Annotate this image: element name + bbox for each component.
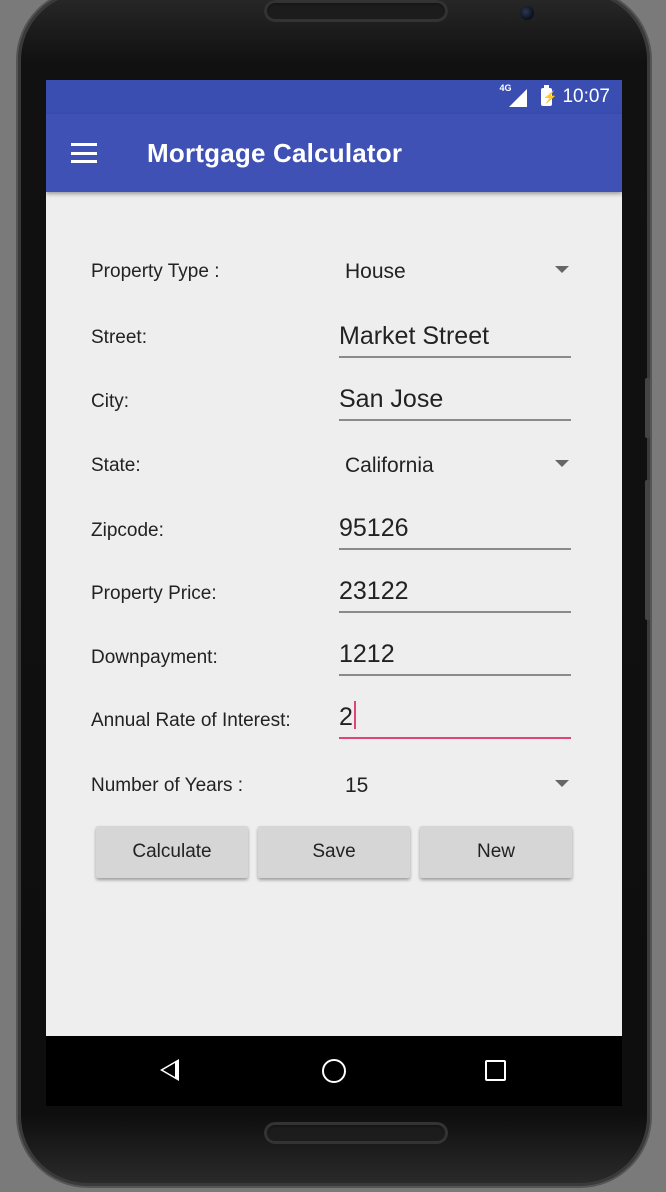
- city-input[interactable]: San Jose: [339, 379, 571, 421]
- dropdown-arrow-icon: [555, 780, 569, 787]
- back-icon[interactable]: [160, 1059, 179, 1081]
- app-bar: Mortgage Calculator: [46, 114, 622, 192]
- battery-charging-icon: ⚡: [541, 85, 558, 106]
- downpayment-input[interactable]: 1212: [339, 634, 571, 676]
- new-button[interactable]: New: [420, 826, 572, 878]
- status-bar: 4G ⚡ 10:07: [46, 80, 622, 114]
- state-label: State:: [91, 455, 141, 476]
- street-label: Street:: [91, 327, 147, 348]
- calculate-button[interactable]: Calculate: [96, 826, 248, 878]
- years-label: Number of Years :: [91, 775, 244, 796]
- street-input[interactable]: Market Street: [339, 316, 571, 358]
- zipcode-input[interactable]: 95126: [339, 508, 571, 550]
- recent-apps-icon[interactable]: [485, 1060, 506, 1081]
- downpayment-label: Downpayment:: [91, 647, 218, 668]
- front-camera: [520, 6, 534, 20]
- clock: 10:07: [562, 86, 610, 107]
- property-price-input[interactable]: 23122: [339, 571, 571, 613]
- text-cursor: [353, 701, 356, 729]
- save-button[interactable]: Save: [258, 826, 410, 878]
- zipcode-label: Zipcode:: [91, 520, 164, 541]
- system-nav-bar: [46, 1036, 622, 1106]
- years-value: 15: [345, 774, 369, 797]
- bottom-speaker: [264, 1122, 448, 1144]
- property-price-label: Property Price:: [91, 583, 217, 604]
- signal-icon: 4G: [499, 83, 528, 107]
- top-speaker: [264, 0, 448, 22]
- home-icon[interactable]: [322, 1059, 346, 1083]
- app-screen: 4G ⚡ 10:07 Mortgage Calculator Property …: [46, 80, 622, 1036]
- volume-button: [645, 480, 650, 620]
- property-type-label: Property Type :: [91, 261, 220, 282]
- state-value: California: [345, 454, 434, 477]
- property-type-value: House: [345, 260, 406, 283]
- page-title: Mortgage Calculator: [147, 137, 403, 168]
- interest-rate-label: Annual Rate of Interest:: [91, 710, 291, 731]
- city-label: City:: [91, 391, 129, 412]
- dropdown-arrow-icon: [555, 460, 569, 467]
- interest-rate-input[interactable]: 2: [339, 697, 571, 739]
- interest-rate-value: 2: [339, 703, 353, 731]
- hamburger-menu-icon[interactable]: [71, 143, 97, 163]
- dropdown-arrow-icon: [555, 266, 569, 273]
- power-button: [645, 378, 650, 438]
